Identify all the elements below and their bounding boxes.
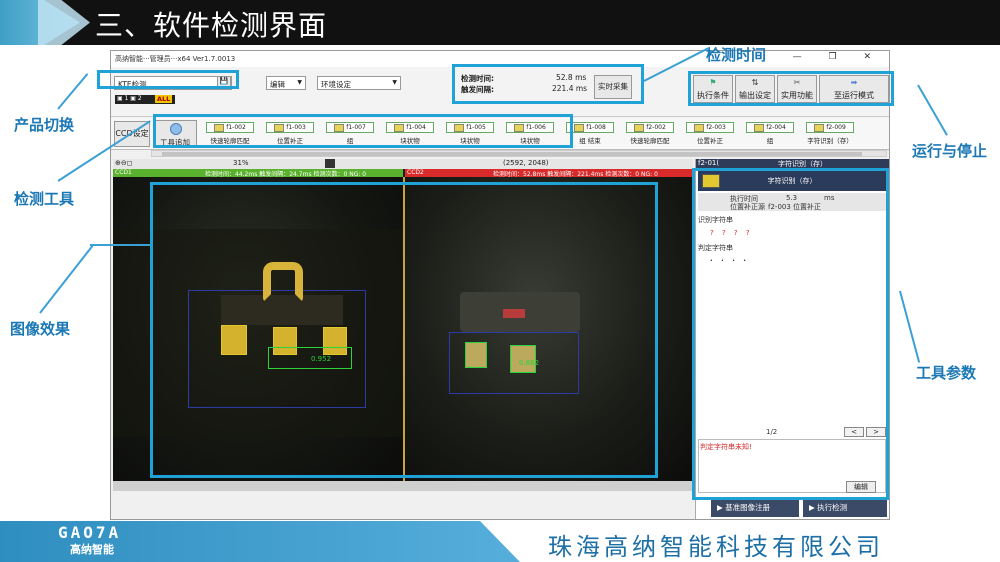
tool-item[interactable]: f2-002 快速轮廓匹配 — [621, 120, 679, 148]
tool-item-id: f2-003 — [686, 122, 734, 133]
play-icon: ▶ — [809, 503, 818, 512]
tool-item-name: 组 — [766, 137, 774, 145]
highlight-image — [150, 182, 658, 478]
window-title: 高纳智能···管理员···x64 Ver1.7.0013 — [115, 55, 236, 63]
ccd1-name: CCD1 — [115, 169, 132, 176]
tool-item-id: f2-009 — [806, 122, 854, 133]
tool-item-name: 位置补正 — [697, 137, 723, 145]
ccd2-status: CCD2 检测时间：52.8ms 触发间隔：221.4ms 检测次数：0 NG:… — [405, 169, 693, 178]
leader-params — [899, 290, 921, 363]
tool-id-text: f2-004 — [766, 124, 786, 131]
tool-item-id: f2-004 — [746, 122, 794, 133]
zoom-level: 31% — [233, 159, 249, 167]
chevron-down-icon: ▼ — [392, 79, 397, 86]
image-coords: (2592, 2048) — [503, 159, 549, 167]
highlight-tools — [153, 114, 573, 148]
tool-id-text: f2-002 — [646, 124, 666, 131]
window-controls[interactable]: — ❐ ✕ — [793, 52, 883, 62]
tool-item-name: 快速轮廓匹配 — [630, 137, 670, 145]
tool-icon — [574, 123, 585, 132]
scroll-thumb[interactable] — [162, 152, 862, 156]
image-hscroll[interactable] — [113, 481, 693, 491]
highlight-params — [692, 168, 889, 500]
company-logo: GAO7A — [58, 523, 122, 542]
leader-image-h — [90, 244, 150, 246]
company-logo-cn: 高纳智能 — [70, 543, 114, 556]
tool-item-name: 组 结束 — [579, 137, 601, 145]
leader-image — [39, 244, 94, 314]
ccd1-status: CCD1 检测时间：44.2ms 触发间隔：24.7ms 检测次数：0 NG: … — [113, 169, 403, 178]
tool-item-id: f1-008 — [566, 122, 614, 133]
label-detect-time: 检测时间 — [706, 46, 767, 64]
label-product-switch: 产品切换 — [14, 116, 75, 134]
all-badge[interactable]: ALL — [155, 95, 173, 103]
highlight-run — [688, 71, 894, 106]
tool-icon — [754, 123, 765, 132]
label-run-stop: 运行与停止 — [912, 142, 988, 160]
tool-scrollbar[interactable] — [151, 150, 887, 157]
tool-item-id: f2-002 — [626, 122, 674, 133]
chevron-down-icon: ▼ — [297, 79, 302, 86]
highlight-time — [452, 64, 644, 104]
tool-id-text: f1-008 — [586, 124, 606, 131]
highlight-product — [97, 70, 239, 89]
exec-detect-label: 执行检测 — [817, 503, 848, 512]
base-register-label: 基准图像注册 — [725, 503, 771, 512]
tool-icon — [634, 123, 645, 132]
tool-item[interactable]: f2-009 字符识别（存） — [801, 120, 859, 148]
tool-id-text: f2-009 — [826, 124, 846, 131]
tool-icon — [814, 123, 825, 132]
leader-product — [57, 73, 89, 110]
edit-menu-label: 编辑 — [270, 80, 285, 89]
leader-run — [917, 84, 948, 136]
label-tool-params: 工具参数 — [916, 364, 977, 382]
label-detect-tools: 检测工具 — [14, 190, 75, 208]
edit-menu[interactable]: 编辑 ▼ — [266, 76, 306, 90]
tool-item[interactable]: f2-004 组 — [741, 120, 799, 148]
tool-icon — [694, 123, 705, 132]
tool-item[interactable]: f2-003 位置补正 — [681, 120, 739, 148]
tool-item-name: 字符识别（存） — [807, 137, 853, 145]
tool-id-text: f2-003 — [706, 124, 726, 131]
crosshair-icon[interactable] — [325, 159, 335, 168]
base-register-button[interactable]: ▶ 基准图像注册 — [711, 499, 799, 517]
slide-title: 三、软件检测界面 — [95, 9, 328, 42]
env-menu[interactable]: 环境设定 ▼ — [317, 76, 401, 90]
label-image-effect: 图像效果 — [10, 320, 71, 338]
zoom-bar: ⊕⊖◻ 31% (2592, 2048) — [113, 159, 693, 169]
play-icon: ▶ — [717, 503, 726, 512]
ccd2-name: CCD2 — [407, 169, 424, 176]
zoom-icons[interactable]: ⊕⊖◻ — [115, 159, 133, 167]
exec-detect-button[interactable]: ▶ 执行检测 — [803, 499, 887, 517]
param-header-id: f2-01( — [698, 159, 720, 167]
env-menu-label: 环境设定 — [321, 80, 351, 89]
slide: 三、软件检测界面 高纳智能···管理员···x64 Ver1.7.0013 — … — [0, 0, 1000, 562]
company-name: 珠海高纳智能科技有限公司 — [548, 533, 884, 561]
